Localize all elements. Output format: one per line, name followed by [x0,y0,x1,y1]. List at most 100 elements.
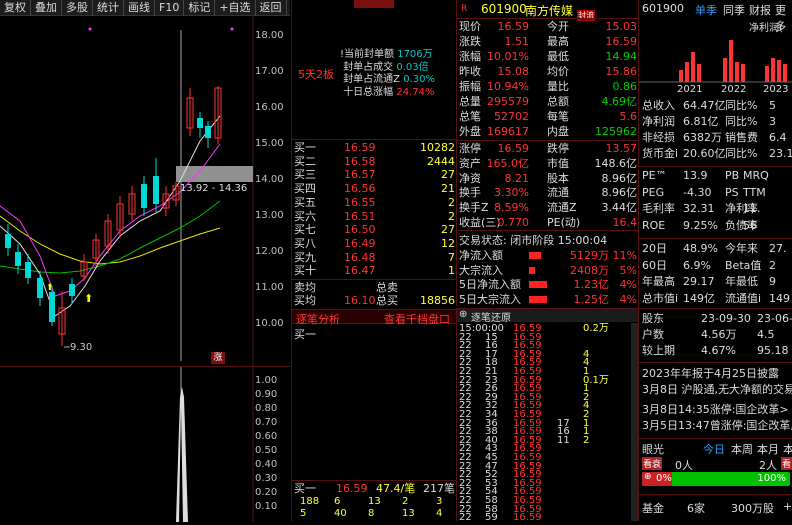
info-cell: PE™ [642,169,667,182]
quote-value: 0.86 [612,80,638,93]
quote-value: 148.6亿 [594,156,638,170]
quote-row: 收益(三) 0.770 PE(动) 16.4 [457,215,639,230]
kline-chart[interactable]: ⬆ ⬆ 18.00 17.00 16.00 15.00 14.00 13.00 … [0,16,290,366]
tab-same-quarter[interactable]: 同季 [723,2,745,18]
tab-tick-analysis[interactable]: 逐笔分析 [296,311,340,327]
y-tick: 17.00 [255,66,284,77]
tick-cell: 16.59 [513,512,542,524]
info-cell: 56 [743,218,757,232]
info-cell: 32.31 [683,202,715,215]
queue-summary: 买一 16.59 47.4/笔 217笔 [294,482,455,495]
eye-week[interactable]: 本周 [731,441,753,457]
y-tick: 16.00 [255,102,284,113]
toolbar-back[interactable]: 返回 [256,0,287,16]
bid-volume: 21 [441,182,455,196]
toolbar-multi[interactable]: 多股 [62,0,93,16]
tick-cell: 22 [459,512,472,524]
volume-svg [176,367,254,522]
tab-single-quarter[interactable]: 单季 [695,2,717,18]
bid-row: 买七 16.50 27 [292,223,457,236]
seal-value: 1706万 [397,49,433,60]
seal-value: 24.74% [396,86,435,98]
toolbar-stats[interactable]: 统计 [93,0,124,16]
eye-today[interactable]: 今日 [703,441,725,457]
quote-value: 10.94% [487,80,529,93]
bid-volume: 1 [448,264,455,278]
bid-label: 买十 [294,264,316,278]
fund-amount: 300万股 [731,502,774,515]
tick-title: 逐笔还原 [471,313,511,324]
bid-volume: 2 [448,195,455,209]
bid-volume: 27 [441,168,455,182]
quote-value: 15.03 [605,20,638,33]
bid-price: 16.55 [344,195,376,209]
note[interactable]: 3月5日13:47曾涨停:国企改革,出 [642,418,792,434]
bid-row: 买四 16.56 21 [292,182,457,195]
fund-label: 基金 [642,502,664,515]
fund-more[interactable]: + [783,500,792,513]
flow-label: 净流入额 [459,249,503,262]
note[interactable]: 3月8日 沪股通,无大净额的交易 [642,382,792,398]
note[interactable]: 2023年年报于4月25日披露 [642,366,792,382]
vol-tick: 0.80 [255,403,278,414]
toolbar-fuquan[interactable]: 复权 [0,0,31,16]
quote-row: 净资 8.21 股本 8.96亿 [457,171,639,186]
vol-tick: 0.40 [255,459,278,470]
tick-scrollbar[interactable] [631,323,638,521]
info-row: 较上期 4.67% 95.18 [639,344,792,358]
collapse-tab[interactable] [354,0,394,8]
candles [5,86,222,346]
info-cell: 非经损 [642,131,675,144]
bid-price: 16.50 [344,223,376,237]
quote-value: 52702 [494,110,529,123]
quote-label: 今开 [547,20,569,33]
news-notes: 2023年年报于4月25日披露 3月8日 沪股通,无大净额的交易 3月8日14:… [642,366,792,434]
bear-count: 0人 [675,459,693,472]
queue-cell: 13 [402,508,415,519]
buy-avg-row: 买均 16.10 总买 18856 [294,294,455,307]
info-cell: 23-09-30 [701,312,751,325]
info-cell: 较上期 [642,344,675,357]
quote-value: 165.0亿 [486,156,530,170]
info-cell: 4.5 [757,328,775,341]
bid-price: 16.59 [344,141,376,154]
info-cell: -4.30 [683,185,712,199]
quote-label: 最低 [547,50,569,63]
info-row: 货币金i 20.60亿 同比% 23.1 [639,147,792,161]
eye-last[interactable]: 本 [783,441,792,457]
info-cell: 6.81亿 [683,115,719,128]
toolbar-f10[interactable]: F10 [155,0,185,16]
quote-value: 4.69亿 [601,95,638,108]
info-cell: 11. [743,202,761,215]
vol-tick: 0.20 [255,487,278,498]
tab-depth-1000[interactable]: 查看千档盘口 [384,311,450,327]
info-cell: TTM [743,185,766,199]
bid-price: 16.51 [344,209,376,223]
note[interactable]: 3月8日14:35涨停:国企改革> [642,402,792,418]
queue-label: 买一 [294,328,316,341]
toolbar-mark[interactable]: 标记 [184,0,216,16]
zhang-badge: 涨 [211,352,225,364]
ma-green [0,200,221,274]
orderbook-tabs: 逐笔分析 查看千档盘口 [292,309,457,327]
info-cell: 64.47亿 [683,99,726,112]
info-cell: MRQ [743,169,769,182]
tick-header: ⊕ 逐笔还原 [457,309,638,324]
flow-bar [529,295,547,303]
info-cell: 23-06- [757,312,792,325]
ma-yellow [0,215,221,265]
info-cell: 年最低 [725,275,758,288]
info-cell: PB [725,169,740,182]
toolbar-overlay[interactable]: 叠加 [31,0,62,16]
eye-month[interactable]: 本月 [757,441,779,457]
toolbar-draw[interactable]: 画线 [124,0,155,16]
toolbar-add-watch[interactable]: +自选 [215,0,256,16]
info-cell: 4.67% [701,344,736,357]
quote-value: 16.59 [605,35,638,48]
bid-label: 买五 [294,195,316,209]
bid-row: 买一 16.59 10282 [292,141,457,154]
quote-value: 16.4 [612,216,638,229]
tab-report[interactable]: 财报 [749,2,771,18]
vol-tick: 0.70 [255,417,278,428]
quote-value: 3.44亿 [601,201,638,215]
